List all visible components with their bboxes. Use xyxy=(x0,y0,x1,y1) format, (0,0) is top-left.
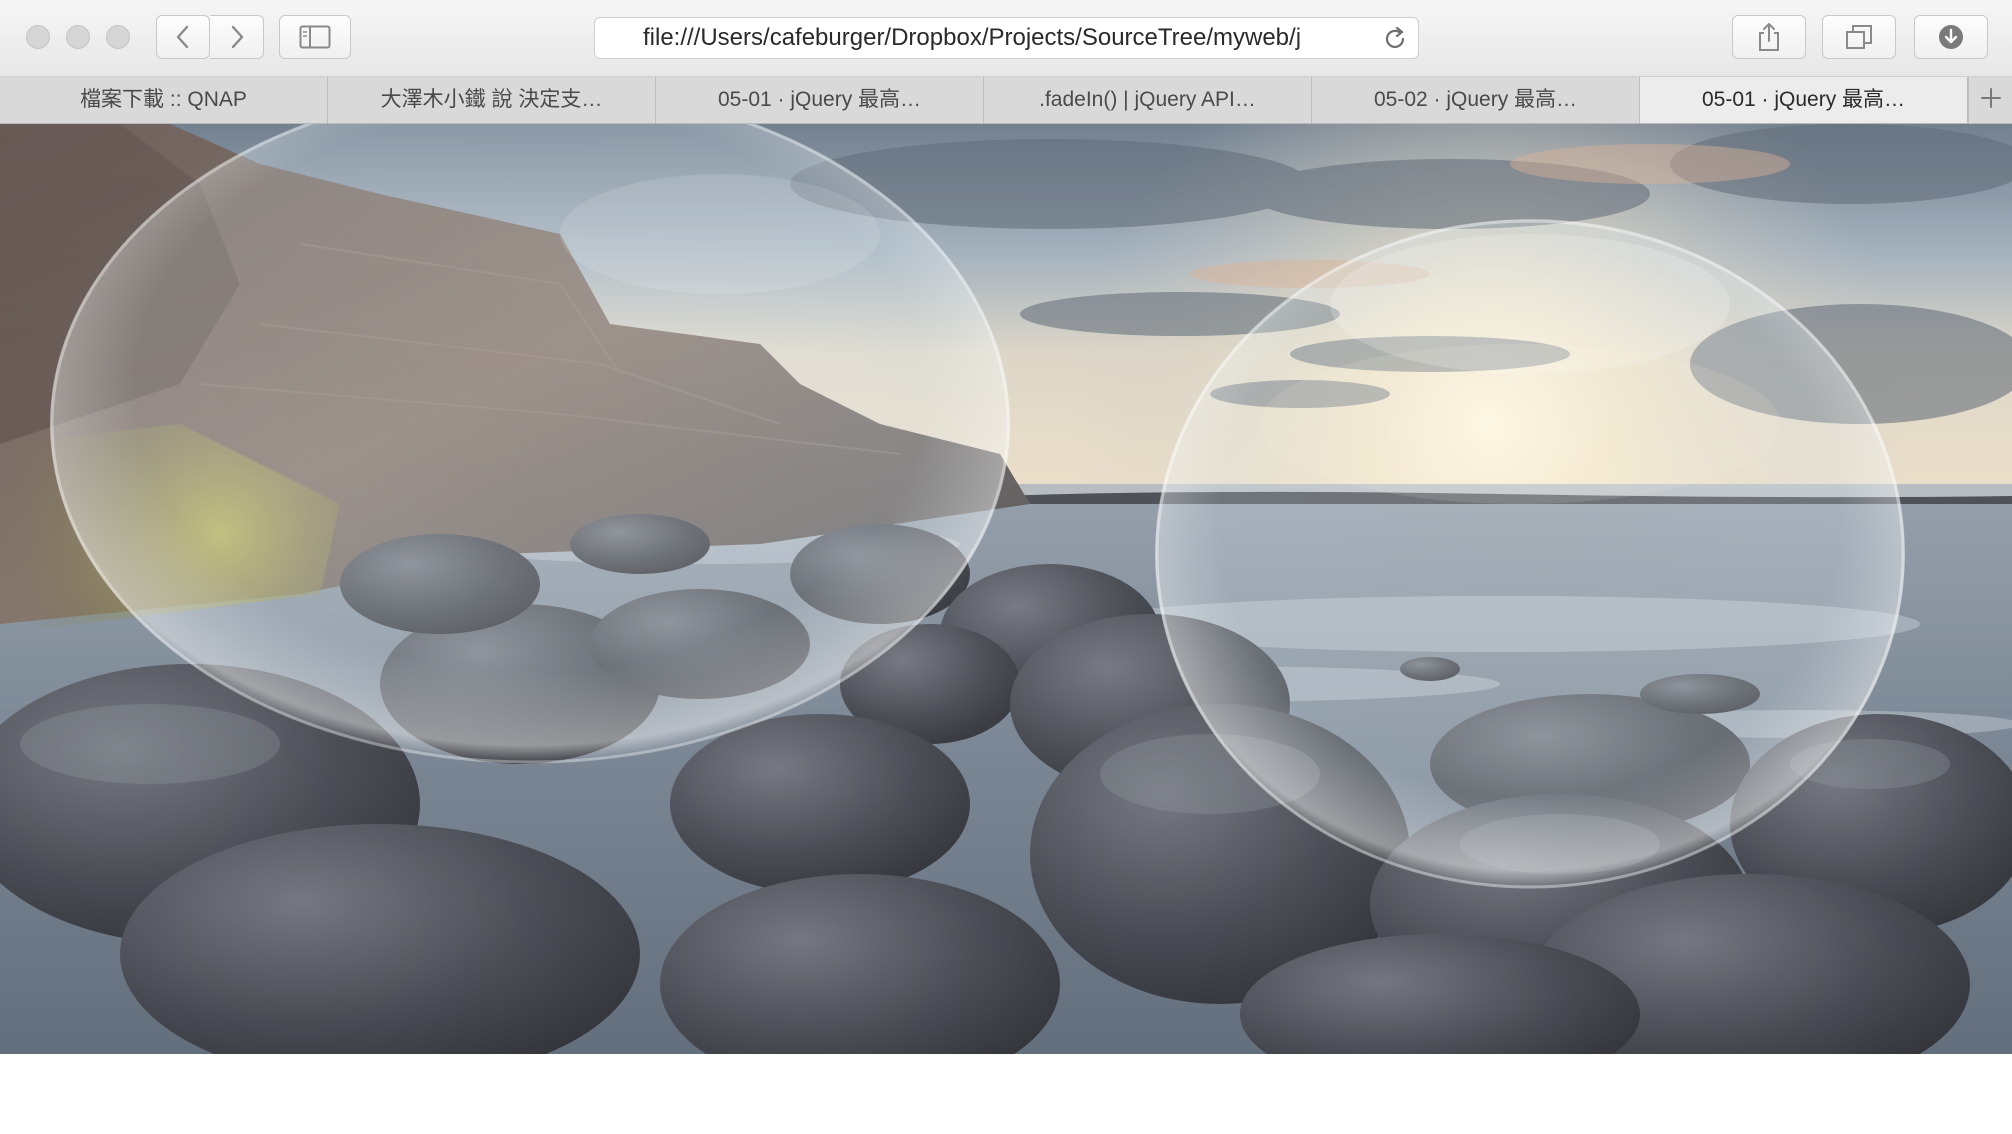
seashore-background-image xyxy=(0,124,2012,1054)
minimize-window-button[interactable] xyxy=(66,25,90,49)
tabs-overview-button[interactable] xyxy=(1822,15,1896,59)
page-blank-area xyxy=(0,1054,2012,1134)
tab-jquery-05-02[interactable]: 05-02 · jQuery 最高… xyxy=(1312,77,1640,123)
tab-jquery-05-01-active[interactable]: 05-01 · jQuery 最高… xyxy=(1640,77,1968,123)
tab-jquery-05-01[interactable]: 05-01 · jQuery 最高… xyxy=(656,77,984,123)
web-content-area xyxy=(0,124,2012,1054)
share-icon xyxy=(1756,22,1782,52)
zoom-window-button[interactable] xyxy=(106,25,130,49)
download-icon xyxy=(1936,22,1966,52)
forward-button[interactable] xyxy=(210,15,264,59)
new-tab-button[interactable] xyxy=(1968,77,2012,123)
chevron-left-icon xyxy=(174,24,192,50)
share-button[interactable] xyxy=(1732,15,1806,59)
tab-blog-post[interactable]: 大澤木小鐵 說 決定支… xyxy=(328,77,656,123)
address-bar[interactable]: file:///Users/cafeburger/Dropbox/Project… xyxy=(594,17,1419,59)
reload-icon[interactable] xyxy=(1380,24,1410,54)
plus-icon xyxy=(1980,87,2002,114)
url-field[interactable]: file:///Users/cafeburger/Dropbox/Project… xyxy=(643,18,1368,58)
downloads-button[interactable] xyxy=(1914,15,1988,59)
sidebar-icon xyxy=(299,25,331,49)
bubble-right xyxy=(1155,219,1905,889)
browser-toolbar: file:///Users/cafeburger/Dropbox/Project… xyxy=(0,0,2012,77)
tab-qnap-downloads[interactable]: 檔案下載 :: QNAP xyxy=(0,77,328,123)
back-button[interactable] xyxy=(156,15,210,59)
tab-bar: 檔案下載 :: QNAP 大澤木小鐵 說 決定支… 05-01 · jQuery… xyxy=(0,77,2012,124)
tabs-overview-icon xyxy=(1845,24,1873,50)
close-window-button[interactable] xyxy=(26,25,50,49)
sidebar-toggle-button[interactable] xyxy=(279,15,351,59)
tab-jquery-fadein-api[interactable]: .fadeIn() | jQuery API… xyxy=(984,77,1312,123)
chevron-right-icon xyxy=(228,24,246,50)
